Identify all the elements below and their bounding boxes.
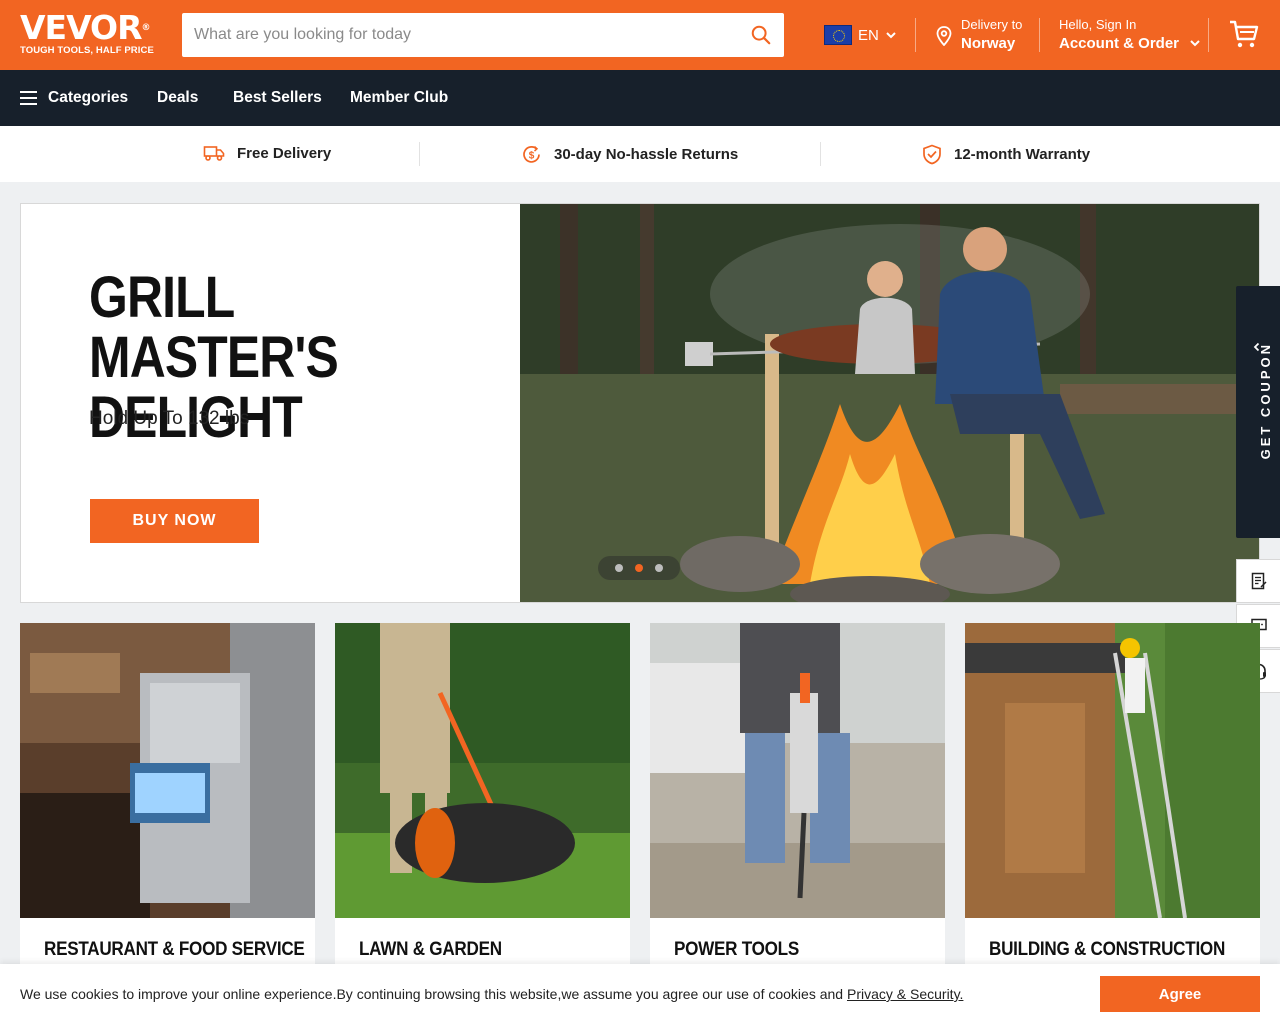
main-nav: Categories Deals Best Sellers Member Clu… — [0, 70, 1280, 126]
divider — [1208, 18, 1209, 52]
vevor-logo[interactable]: VEVOR® TOUGH TOOLS, HALF PRICE — [20, 11, 160, 60]
free-delivery-label: Free Delivery — [237, 144, 332, 162]
shield-check-icon — [923, 144, 941, 165]
delivery-label: Delivery to — [961, 17, 1023, 32]
chevron-down-icon — [1190, 40, 1200, 47]
brand-name: VEVOR — [20, 8, 143, 47]
chevron-down-icon — [886, 32, 896, 39]
category-card-restaurant[interactable]: RESTAURANT & FOOD SERVICE — [20, 623, 315, 983]
language-code: EN — [858, 26, 879, 44]
greeting-text: Hello, Sign In — [1059, 17, 1137, 32]
campfire-scene-image — [520, 204, 1259, 602]
category-card-lawn-garden[interactable]: LAWN & GARDEN — [335, 623, 630, 983]
hero-image-campfire-rotisserie[interactable] — [520, 204, 1259, 602]
hamburger-icon[interactable] — [20, 91, 37, 105]
ice-machine-image — [20, 623, 315, 918]
ladder-image — [965, 623, 1260, 918]
account-label: Account & Order — [1059, 35, 1180, 52]
category-title: RESTAURANT & FOOD SERVICE — [44, 939, 305, 960]
hero-banner: GRILL MASTER'S DELIGHT Hold Up To 132 lb… — [20, 203, 1260, 603]
returns-label: 30-day No-hassle Returns — [554, 146, 739, 163]
returns-policy[interactable]: $ 30-day No-hassle Returns — [521, 144, 738, 165]
category-title: POWER TOOLS — [674, 939, 799, 960]
account-menu[interactable]: Hello, Sign In Account & Order — [1059, 16, 1201, 54]
buy-now-button[interactable]: BUY NOW — [90, 499, 259, 543]
jackhammer-image — [650, 623, 945, 918]
dollar-return-icon: $ — [523, 145, 540, 163]
search-input[interactable] — [194, 13, 734, 57]
divider — [915, 18, 916, 52]
carousel-dot[interactable] — [615, 564, 623, 572]
agree-button[interactable]: Agree — [1100, 976, 1260, 1012]
svg-text:$: $ — [529, 151, 535, 162]
category-title: BUILDING & CONSTRUCTION — [989, 939, 1226, 960]
language-selector[interactable]: EN — [824, 24, 897, 46]
nav-deals[interactable]: Deals — [157, 88, 198, 108]
cookie-banner: We use cookies to improve your online ex… — [0, 964, 1280, 1024]
divider — [419, 142, 420, 166]
truck-icon — [203, 146, 225, 161]
category-card-building-construction[interactable]: BUILDING & CONSTRUCTION — [965, 623, 1260, 983]
top-header: VEVOR® TOUGH TOOLS, HALF PRICE EN Delive… — [0, 0, 1280, 70]
registered-mark: ® — [141, 23, 151, 33]
brand-tagline: TOUGH TOOLS, HALF PRICE — [20, 45, 154, 56]
search-icon[interactable] — [750, 24, 772, 46]
carousel-dot-active[interactable] — [635, 564, 643, 572]
cookie-message: We use cookies to improve your online ex… — [20, 986, 963, 1002]
hero-text-panel: GRILL MASTER'S DELIGHT Hold Up To 132 lb… — [21, 204, 521, 602]
privacy-security-link[interactable]: Privacy & Security. — [847, 986, 963, 1002]
document-edit-icon — [1251, 572, 1267, 590]
carousel-indicators — [598, 556, 680, 580]
get-coupon-label: GET COUPON — [1258, 342, 1273, 460]
cookie-text: We use cookies to improve your online ex… — [20, 986, 847, 1002]
category-card-power-tools[interactable]: POWER TOOLS — [650, 623, 945, 983]
search-bar — [182, 13, 784, 57]
cart-icon[interactable] — [1228, 18, 1260, 50]
nav-categories[interactable]: Categories — [48, 88, 128, 108]
divider — [1039, 18, 1040, 52]
trust-bar: Free Delivery $ 30-day No-hassle Returns… — [0, 126, 1280, 182]
eu-flag-icon — [824, 25, 852, 45]
lawn-roller-image — [335, 623, 630, 918]
hero-subtitle: Hold Up To 132 lbs — [89, 408, 250, 429]
nav-member-club[interactable]: Member Club — [350, 88, 448, 108]
notes-button[interactable] — [1236, 559, 1280, 603]
divider — [820, 142, 821, 166]
category-title: LAWN & GARDEN — [359, 939, 502, 960]
location-pin-icon — [936, 26, 952, 46]
carousel-dot[interactable] — [655, 564, 663, 572]
warranty-label: 12-month Warranty — [954, 146, 1091, 163]
nav-best-sellers[interactable]: Best Sellers — [233, 88, 322, 108]
free-delivery[interactable]: Free Delivery — [203, 144, 331, 162]
delivery-country: Norway — [961, 35, 1016, 52]
warranty-info[interactable]: 12-month Warranty — [922, 144, 1090, 165]
get-coupon-tab[interactable]: GET COUPON — [1236, 286, 1280, 538]
